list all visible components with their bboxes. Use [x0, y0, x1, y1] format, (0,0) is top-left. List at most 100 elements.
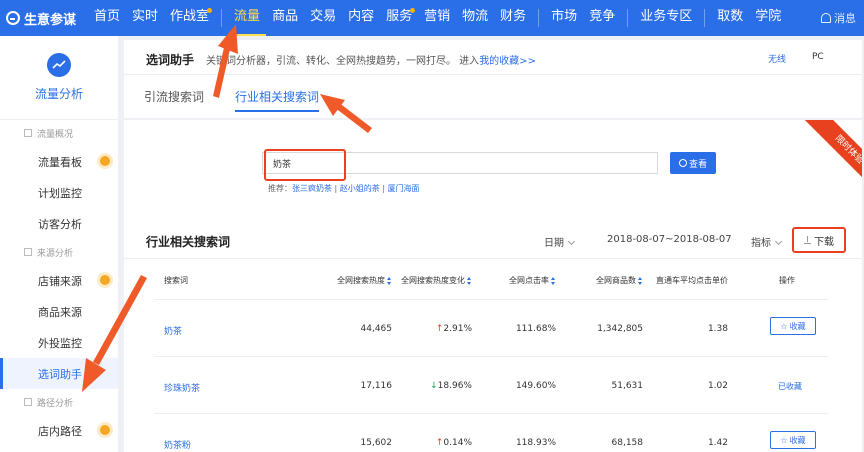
- nav-data-fetch[interactable]: 取数: [711, 0, 749, 36]
- search-heat-cell: 15,602: [360, 438, 393, 448]
- switch-pc[interactable]: PC: [812, 52, 824, 62]
- col-cpc: 直通车平均点击单价: [656, 276, 728, 285]
- tab-industry-keywords[interactable]: 行业相关搜索词: [235, 88, 320, 112]
- download-button[interactable]: 下载: [792, 227, 846, 253]
- nav-realtime[interactable]: 实时: [126, 0, 164, 36]
- nav-traffic[interactable]: 流量: [228, 0, 267, 36]
- nav-service[interactable]: 服务: [380, 0, 418, 36]
- search-icon: [678, 159, 687, 167]
- tab-traffic-keywords[interactable]: 引流搜索词: [144, 88, 204, 110]
- indicator-selector[interactable]: 指标: [751, 234, 783, 249]
- sidebar-item-traffic-board[interactable]: 流量看板: [0, 146, 118, 177]
- nav-warroom[interactable]: 作战室: [164, 0, 215, 36]
- item-count-cell: 51,631: [611, 381, 644, 391]
- brand-logo[interactable]: 生意参谋: [0, 9, 88, 28]
- sidebar-item-label: 店铺来源: [38, 274, 82, 288]
- recommend-keywords: 推荐：张三疯奶茶 | 赵小姐的茶 | 厦门海面: [268, 184, 420, 193]
- date-label: 日期: [544, 238, 564, 249]
- search-heat-cell: 17,116: [360, 381, 393, 391]
- trial-badge: 限时体验: [800, 120, 862, 182]
- main-nav: 首页 实时 作战室 流量 商品 交易 内容 服务 营销 物流 财务 市场 竞争 …: [88, 0, 787, 36]
- col-keyword: 搜索词: [164, 276, 188, 285]
- trend-chart-icon: [47, 53, 71, 77]
- sort-icon: [638, 276, 643, 285]
- recommend-link[interactable]: 赵小姐的茶: [340, 184, 380, 193]
- sidebar-item-shop-path[interactable]: 店内路径: [0, 415, 118, 446]
- nav-logistics[interactable]: 物流: [456, 0, 494, 36]
- messages-link[interactable]: 消息: [821, 0, 856, 36]
- recommend-label: 推荐：: [268, 184, 292, 193]
- sidebar-group-label: 来源分析: [37, 248, 74, 259]
- favorite-button[interactable]: ☆ 收藏: [770, 431, 816, 449]
- page-description-text: 关键词分析器，引流、转化、全网热搜趋势，一网打尽。 进入: [206, 56, 480, 67]
- recommend-link[interactable]: 张三疯奶茶: [292, 184, 332, 193]
- col-ctr[interactable]: 全网点击率: [509, 275, 556, 286]
- sidebar-item-label: 商品来源: [38, 305, 82, 319]
- nav-finance[interactable]: 财务: [494, 0, 532, 36]
- keyword-link[interactable]: 珍珠奶茶: [164, 381, 200, 394]
- nav-home[interactable]: 首页: [88, 0, 126, 36]
- sidebar-group-source: 来源分析: [0, 239, 118, 265]
- ctr-cell: 111.68%: [515, 324, 556, 334]
- sidebar-item-product-source[interactable]: 商品来源: [0, 296, 118, 327]
- heat-change-value: 2.91%: [443, 324, 472, 334]
- favorited-label[interactable]: 已收藏: [778, 381, 802, 392]
- nav-content[interactable]: 内容: [342, 0, 380, 36]
- my-favorites-link[interactable]: 我的收藏>>: [479, 56, 536, 67]
- sidebar-item-shop-source[interactable]: 店铺来源: [0, 265, 118, 296]
- ctr-cell: 149.60%: [515, 381, 556, 391]
- star-icon: ☆: [780, 321, 788, 331]
- table-header: 搜索词 全网搜索热度 全网搜索热度变化 全网点击率 全网商品数 直通车平均点击单…: [154, 260, 828, 300]
- item-count-cell: 68,158: [611, 438, 644, 448]
- search-button-label: 查看: [688, 159, 707, 170]
- keyword-link[interactable]: 奶茶粉: [164, 438, 191, 451]
- col-item-count-label: 全网商品数: [596, 276, 636, 285]
- col-search-heat[interactable]: 全网搜索热度: [337, 275, 392, 286]
- nav-academy[interactable]: 学院: [749, 0, 787, 36]
- heat-change-cell: ↓18.96%: [430, 381, 472, 391]
- table-row: 奶茶 44,465 ↑2.91% 111.68% 1,342,805 1.38 …: [154, 300, 828, 357]
- sidebar-item-visitor-analysis[interactable]: 访客分析: [0, 208, 118, 239]
- favorite-button-label: 收藏: [789, 321, 806, 331]
- clock-icon: [846, 124, 856, 134]
- favorite-button[interactable]: ☆ 收藏: [770, 317, 816, 335]
- nav-divider: [704, 9, 706, 27]
- col-heat-change-label: 全网搜索热度变化: [401, 276, 465, 285]
- nav-service-label: 服务: [386, 9, 413, 24]
- sort-icon: [387, 276, 392, 285]
- sidebar-item-label: 计划监控: [38, 186, 82, 200]
- sidebar-item-label: 外投监控: [38, 336, 82, 350]
- sidebar-group-label: 路径分析: [37, 398, 74, 409]
- header-divider: [124, 74, 862, 75]
- nav-marketing[interactable]: 营销: [418, 0, 456, 36]
- nav-trade[interactable]: 交易: [304, 0, 342, 36]
- page-description: 关键词分析器，引流、转化、全网热搜趋势，一网打尽。 进入我的收藏>>: [206, 52, 536, 67]
- sidebar-title: 流量分析: [34, 87, 83, 101]
- sidebar-item-keyword-assistant[interactable]: 选词助手: [0, 358, 118, 389]
- nav-business-zone[interactable]: 业务专区: [634, 0, 698, 36]
- nav-product[interactable]: 商品: [266, 0, 304, 36]
- heat-change-cell: ↑0.14%: [436, 438, 472, 448]
- page-header: 选词助手 关键词分析器，引流、转化、全网热搜趋势，一网打尽。 进入我的收藏>> …: [124, 40, 862, 118]
- sidebar-item-plan-monitor[interactable]: 计划监控: [0, 177, 118, 208]
- nav-competition[interactable]: 竞争: [583, 0, 621, 36]
- switch-wireless[interactable]: 无线: [768, 52, 786, 65]
- sidebar-group-overview: 流量概况: [0, 120, 118, 146]
- col-item-count[interactable]: 全网商品数: [596, 275, 643, 286]
- col-heat-change[interactable]: 全网搜索热度变化: [401, 275, 472, 286]
- date-selector[interactable]: 日期: [544, 234, 576, 249]
- sidebar-item-external-monitor[interactable]: 外投监控: [0, 327, 118, 358]
- nav-divider: [538, 9, 540, 27]
- download-icon: [804, 236, 811, 244]
- keyword-link[interactable]: 奶茶: [164, 324, 182, 337]
- sort-icon: [551, 276, 556, 285]
- search-button[interactable]: 查看: [670, 152, 716, 174]
- sidebar-item-label: 流量看板: [38, 155, 82, 169]
- group-icon: [24, 398, 32, 406]
- nav-market[interactable]: 市场: [545, 0, 583, 36]
- keyword-table: 搜索词 全网搜索热度 全网搜索热度变化 全网点击率 全网商品数 直通车平均点击单…: [154, 260, 828, 452]
- date-range[interactable]: 2018-08-07~2018-08-07: [607, 234, 732, 245]
- col-search-heat-label: 全网搜索热度: [337, 276, 385, 285]
- messages-label: 消息: [834, 12, 856, 25]
- recommend-link[interactable]: 厦门海面: [388, 184, 420, 193]
